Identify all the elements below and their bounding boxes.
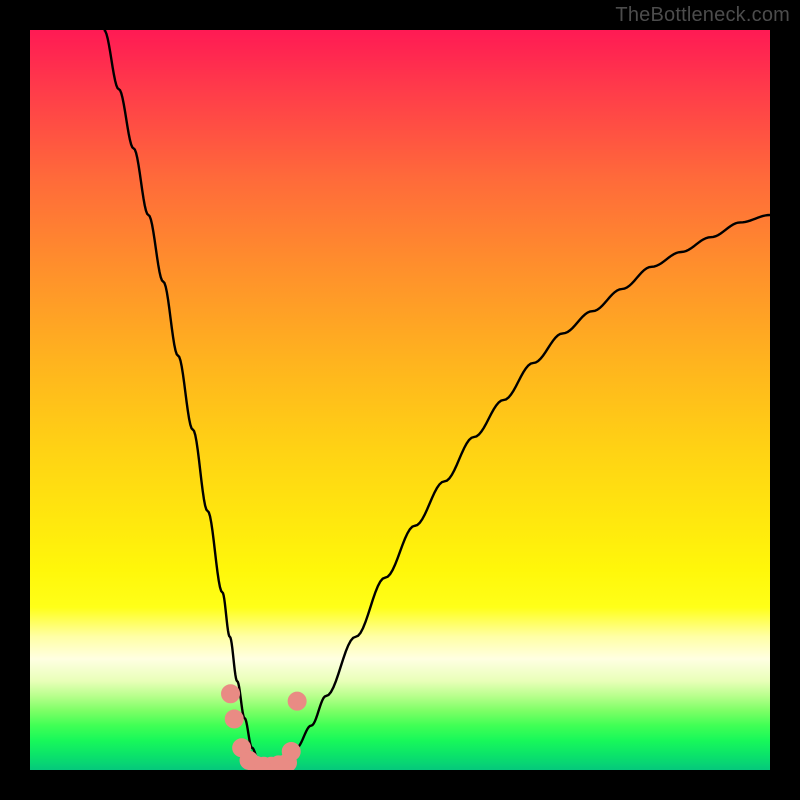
- curve-marker: [288, 692, 306, 710]
- curve-layer: [30, 30, 770, 770]
- watermark-text: TheBottleneck.com: [615, 4, 790, 27]
- curve-marker: [222, 685, 240, 703]
- curve-marker: [225, 710, 243, 728]
- chart-frame: TheBottleneck.com: [0, 0, 800, 800]
- bottleneck-curve: [104, 30, 770, 770]
- curve-marker: [282, 743, 300, 761]
- plot-area: [30, 30, 770, 770]
